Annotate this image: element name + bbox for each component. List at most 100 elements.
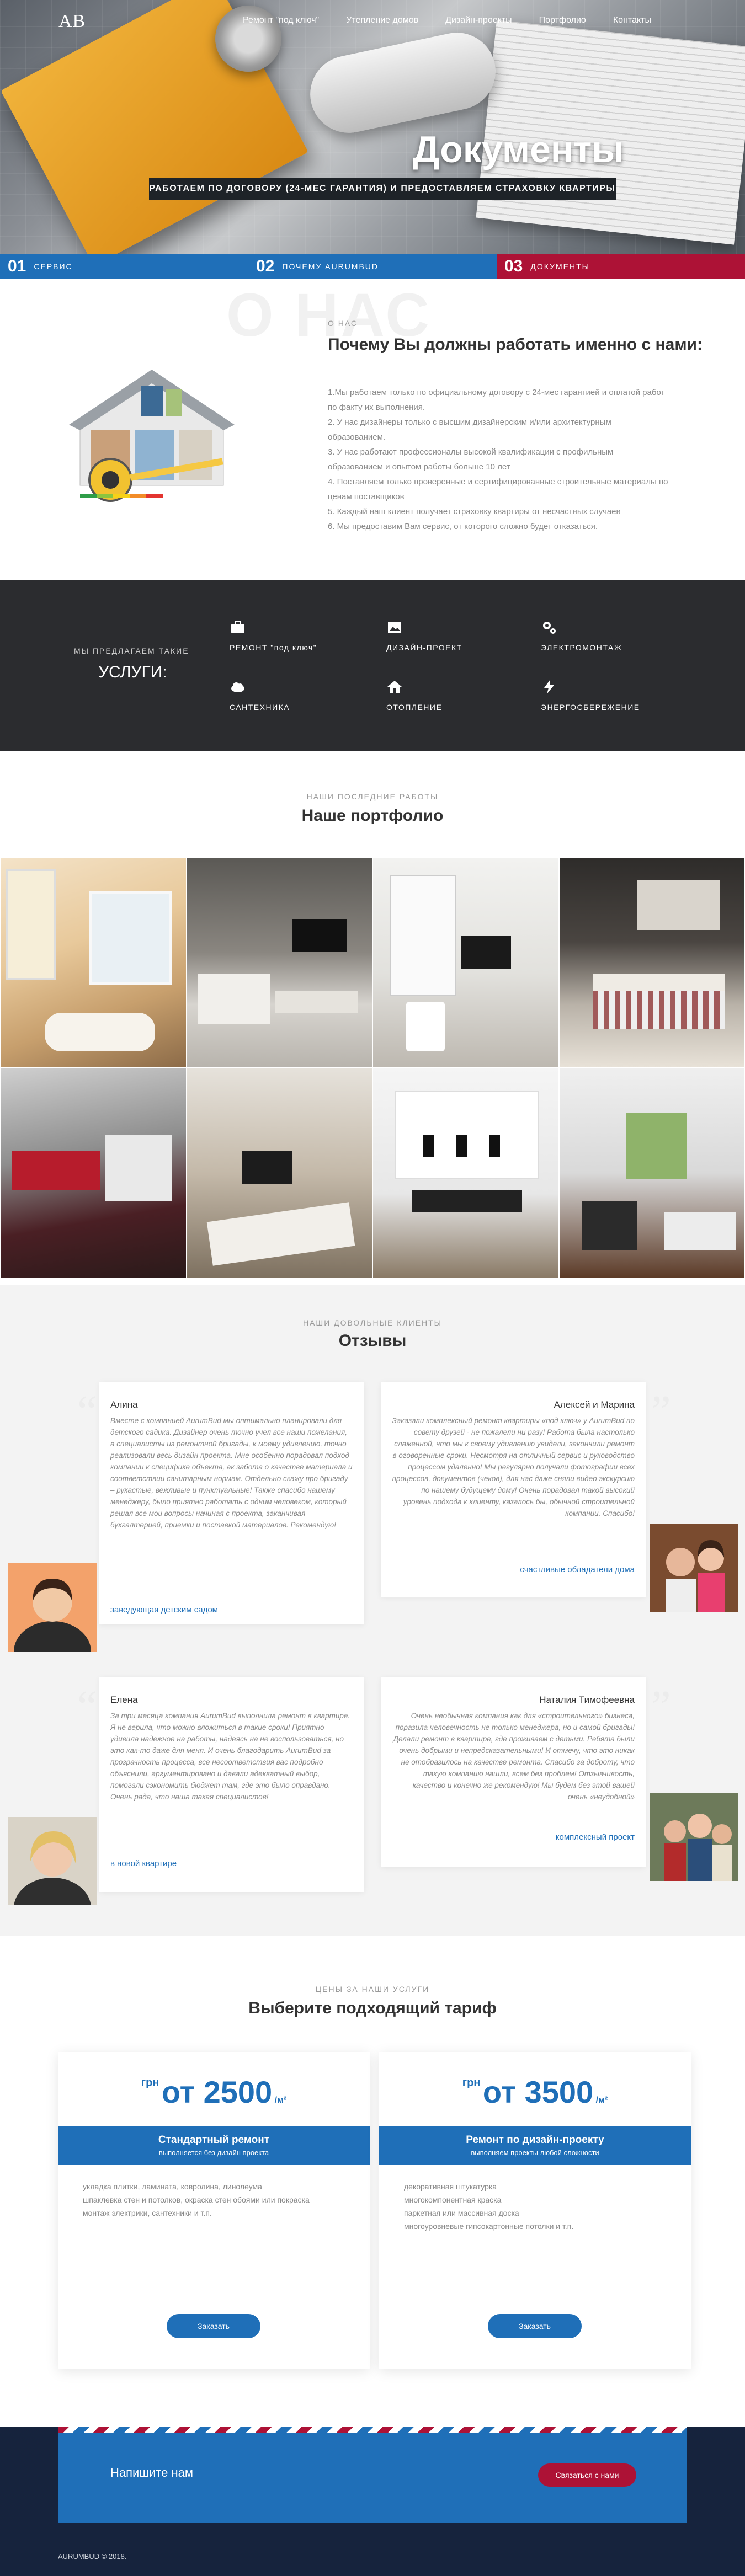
review-link[interactable]: комплексный проект: [556, 1832, 635, 1842]
review-link[interactable]: в новой квартире: [110, 1859, 177, 1868]
review-card: ” Наталия Тимофеевна Очень необычная ком…: [381, 1677, 671, 1867]
pricing-card-design: грн от 3500 /м² Ремонт по дизайн-проекту…: [379, 2052, 691, 2369]
about-item: образованием и опытом работы больше 10 л…: [328, 462, 510, 472]
step-why[interactable]: 02 ПОЧЕМУ AURUMBUD: [248, 254, 497, 279]
price-currency: грн: [141, 2077, 159, 2089]
hero-title: Документы: [413, 129, 624, 170]
lightning-icon: [541, 678, 640, 698]
review-link[interactable]: счастливые обладатели дома: [520, 1565, 635, 1574]
nav-item-renovation[interactable]: Ремонт "под ключ": [243, 15, 319, 25]
review-card: “ Алина Вместе с компанией AurumBud мы о…: [77, 1382, 364, 1624]
service-label: ОТОПЛЕНИЕ: [386, 703, 443, 712]
price-value: грн от 2500 /м²: [58, 2074, 370, 2110]
page: AB Ремонт "под ключ" Утепление домов Диз…: [0, 0, 745, 2576]
reviewer-photo: [8, 1817, 97, 1905]
price-currency: грн: [462, 2077, 481, 2089]
step-number: 01: [8, 256, 26, 275]
review-text: За три месяца компания AurumBud выполнил…: [110, 1712, 350, 1801]
about-item: 6. Мы предоставим Вам сервис, от которог…: [328, 522, 598, 531]
services-section: МЫ ПРЕДЛАГАЕМ ТАКИЕ УСЛУГИ: РЕМОНТ "под …: [0, 580, 745, 751]
plan-feature: многоуровневые гипсокартонные потолки и …: [404, 2222, 574, 2231]
pricing-kicker: ЦЕНЫ ЗА НАШИ УСЛУГИ: [315, 1985, 430, 1994]
reviewer-name: Наталия Тимофеевна: [539, 1695, 635, 1705]
portfolio-image[interactable]: [186, 1068, 372, 1278]
plan-features: укладка плитки, ламината, ковролина, лин…: [83, 2180, 310, 2220]
nav-item-insulation[interactable]: Утепление домов: [346, 15, 418, 25]
gears-icon: [541, 619, 622, 639]
order-button[interactable]: Заказать: [167, 2314, 260, 2338]
plan-band: Стандартный ремонт выполняется без дизай…: [58, 2126, 370, 2165]
service-label: РЕМОНТ "под ключ": [230, 643, 317, 652]
portfolio-image[interactable]: [558, 858, 745, 1068]
reviewer-name: Алина: [110, 1399, 138, 1410]
service-renovation[interactable]: РЕМОНТ "под ключ": [230, 619, 317, 652]
reviewer-photo: [650, 1524, 738, 1612]
service-electrical[interactable]: ЭЛЕКТРОМОНТАЖ: [541, 619, 622, 652]
review-text: Очень необычная компания как для «строит…: [393, 1712, 635, 1801]
plan-band: Ремонт по дизайн-проекту выполняем проек…: [379, 2126, 691, 2165]
plan-desc: выполняется без дизайн проекта: [158, 2149, 269, 2157]
nav-item-design[interactable]: Дизайн-проекты: [445, 15, 512, 25]
portfolio-image[interactable]: [558, 1068, 745, 1278]
about-item: ценам поставщиков: [328, 492, 405, 501]
plan-feature: монтаж электрики, сантехники и т.п.: [83, 2209, 212, 2217]
review-card: ” Алексей и Марина Заказали комплексный …: [381, 1382, 671, 1597]
about-item: 1.Мы работаем только по официальному дог…: [328, 388, 665, 397]
step-label: СЕРВИС: [34, 261, 73, 271]
portfolio-image[interactable]: [372, 1068, 559, 1278]
briefcase-icon: [230, 619, 317, 639]
portfolio-kicker: НАШИ ПОСЛЕДНИЕ РАБОТЫ: [306, 792, 439, 801]
service-label: САНТЕХНИКА: [230, 703, 290, 712]
step-documents[interactable]: 03 ДОКУМЕНТЫ: [497, 254, 745, 279]
reviewer-photo: [650, 1793, 738, 1881]
portfolio-title: Наше портфолио: [301, 806, 444, 825]
portfolio-image[interactable]: [0, 858, 187, 1068]
nav-item-contacts[interactable]: Контакты: [613, 15, 651, 25]
plan-features: декоративная штукатурка многокомпонентна…: [404, 2180, 573, 2233]
plan-desc: выполняем проекты любой сложности: [471, 2149, 599, 2157]
plan-feature: шпаклевка стен и потолков, окраска стен …: [83, 2195, 310, 2204]
price-value: грн от 3500 /м²: [379, 2074, 691, 2110]
portfolio-image[interactable]: [372, 858, 559, 1068]
service-label: ЭЛЕКТРОМОНТАЖ: [541, 643, 622, 652]
review-card: “ Елена За три месяца компания AurumBud …: [77, 1677, 364, 1892]
about-title: Почему Вы должны работать именно с нами:: [328, 335, 703, 354]
portfolio-image[interactable]: [186, 858, 372, 1068]
image-icon: [386, 619, 462, 639]
step-number: 03: [504, 256, 523, 275]
about-item: образованием.: [328, 432, 386, 442]
slider-steps: 01 СЕРВИС 02 ПОЧЕМУ AURUMBUD 03 ДОКУМЕНТ…: [0, 254, 745, 279]
plan-feature: многокомпонентная краска: [404, 2195, 502, 2204]
portfolio-gallery: [0, 858, 745, 1278]
reviewer-photo: [8, 1563, 97, 1652]
portfolio-image[interactable]: [0, 1068, 187, 1278]
house-icon: [386, 678, 442, 698]
about-list: 1.Мы работаем только по официальному дог…: [328, 385, 687, 534]
service-energy[interactable]: ЭНЕРГОСБЕРЕЖЕНИЕ: [541, 678, 640, 712]
price-amount: от 2500: [161, 2075, 273, 2109]
price-unit: /м²: [595, 2096, 608, 2105]
pricing-card-standard: грн от 2500 /м² Стандартный ремонт выпол…: [58, 2052, 370, 2369]
order-button[interactable]: Заказать: [488, 2314, 582, 2338]
service-design[interactable]: ДИЗАЙН-ПРОЕКТ: [386, 619, 462, 652]
step-service[interactable]: 01 СЕРВИС: [0, 254, 248, 279]
review-link[interactable]: заведующая детским садом: [110, 1605, 218, 1615]
plan-name: Ремонт по дизайн-проекту: [466, 2134, 604, 2146]
plan-name: Стандартный ремонт: [158, 2134, 270, 2146]
service-heating[interactable]: ОТОПЛЕНИЕ: [386, 678, 442, 712]
quote-icon: “: [77, 1682, 97, 1731]
reviews-kicker: НАШИ ДОВОЛЬНЫЕ КЛИЕНТЫ: [302, 1318, 443, 1327]
about-item: 3. У нас работают профессионалы высокой …: [328, 447, 614, 457]
about-item: 2. У нас дизайнеры только с высшим дизай…: [328, 418, 611, 427]
nav-item-portfolio[interactable]: Портфолио: [539, 15, 586, 25]
reviews-title: Отзывы: [338, 1332, 407, 1350]
logo[interactable]: AB: [58, 11, 86, 32]
step-label: ДОКУМЕНТЫ: [530, 261, 590, 271]
services-kicker: МЫ ПРЕДЛАГАЕМ ТАКИЕ: [74, 646, 189, 655]
house-model-image: [69, 370, 235, 502]
price-amount: от 3500: [482, 2075, 594, 2109]
main-nav: Ремонт "под ключ" Утепление домов Дизайн…: [243, 15, 651, 25]
about-item: 5. Каждый наш клиент получает страховку …: [328, 507, 621, 516]
contact-button[interactable]: Связаться с нами: [538, 2463, 636, 2487]
service-plumbing[interactable]: САНТЕХНИКА: [230, 678, 290, 712]
